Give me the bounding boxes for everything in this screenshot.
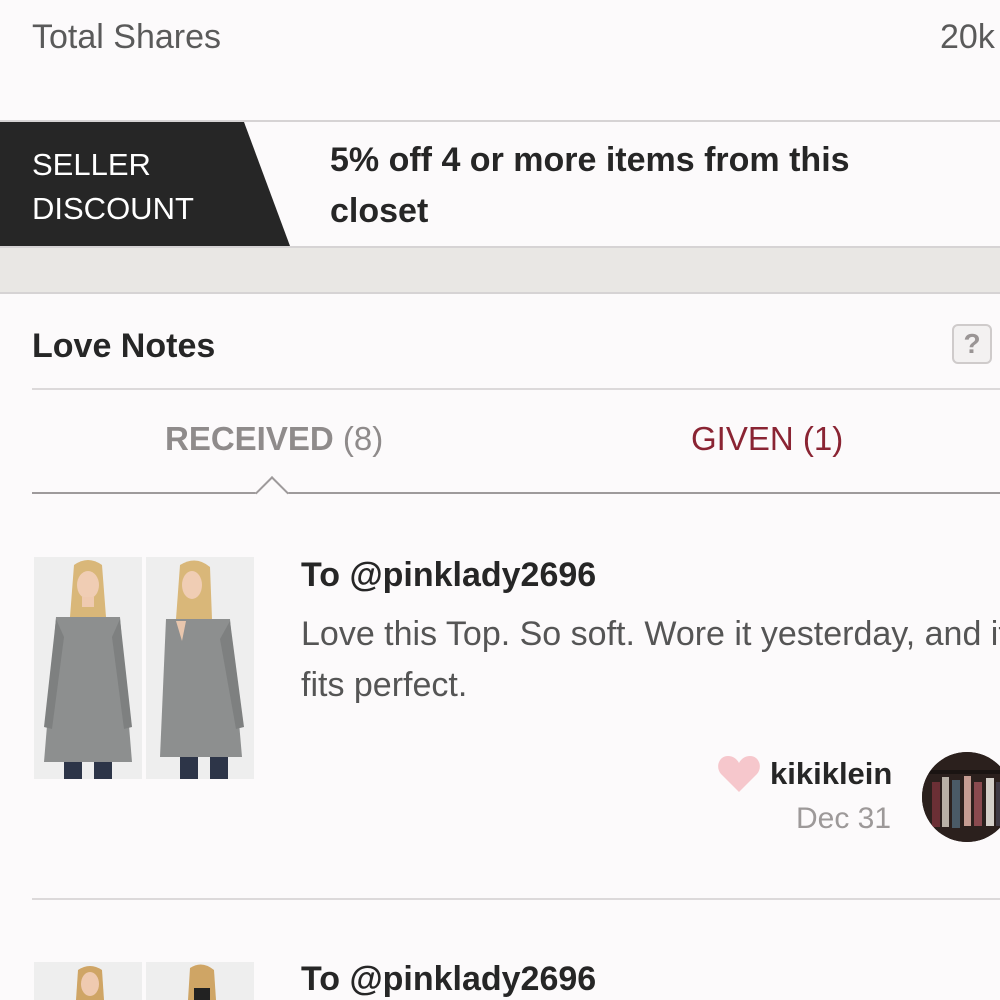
tab-received[interactable]: RECEIVED (8) bbox=[165, 420, 383, 458]
total-shares-label: Total Shares bbox=[32, 18, 221, 56]
question-icon: ? bbox=[963, 328, 981, 359]
header-divider bbox=[32, 388, 1000, 390]
tab-given-count: (1) bbox=[802, 420, 844, 457]
active-tab-indicator bbox=[255, 476, 289, 510]
note-recipient[interactable]: To @pinklady2696 bbox=[301, 556, 596, 595]
listing-thumbnail-front[interactable] bbox=[34, 962, 142, 1000]
note-text: Love this Top. So soft. Wore it yesterda… bbox=[301, 615, 1000, 704]
listing-thumbnail-back[interactable] bbox=[146, 557, 254, 779]
section-separator bbox=[0, 248, 1000, 294]
note-recipient[interactable]: To @pinklady2696 bbox=[301, 960, 596, 999]
tab-given-label: GIVEN bbox=[691, 420, 794, 457]
avatar[interactable] bbox=[922, 752, 1000, 842]
list-item-divider bbox=[32, 898, 1000, 900]
listing-thumbnail-front[interactable] bbox=[34, 557, 142, 779]
heart-icon bbox=[718, 756, 760, 792]
help-button[interactable]: ? bbox=[952, 324, 992, 364]
tab-given[interactable]: GIVEN (1) bbox=[691, 420, 843, 458]
tabs-underline bbox=[32, 492, 1000, 494]
total-shares-value: 20k bbox=[940, 18, 995, 56]
love-notes-title: Love Notes bbox=[32, 327, 216, 365]
tab-received-count: (8) bbox=[342, 420, 384, 457]
note-author[interactable]: kikiklein bbox=[770, 756, 892, 792]
tab-received-label: RECEIVED bbox=[165, 420, 334, 457]
listing-thumbnail-back[interactable] bbox=[146, 962, 254, 1000]
note-date: Dec 31 bbox=[796, 802, 892, 835]
seller-discount-text: 5% off 4 or more items from this closet bbox=[330, 141, 850, 230]
seller-discount-tag-label: SELLER DISCOUNT bbox=[32, 147, 194, 226]
